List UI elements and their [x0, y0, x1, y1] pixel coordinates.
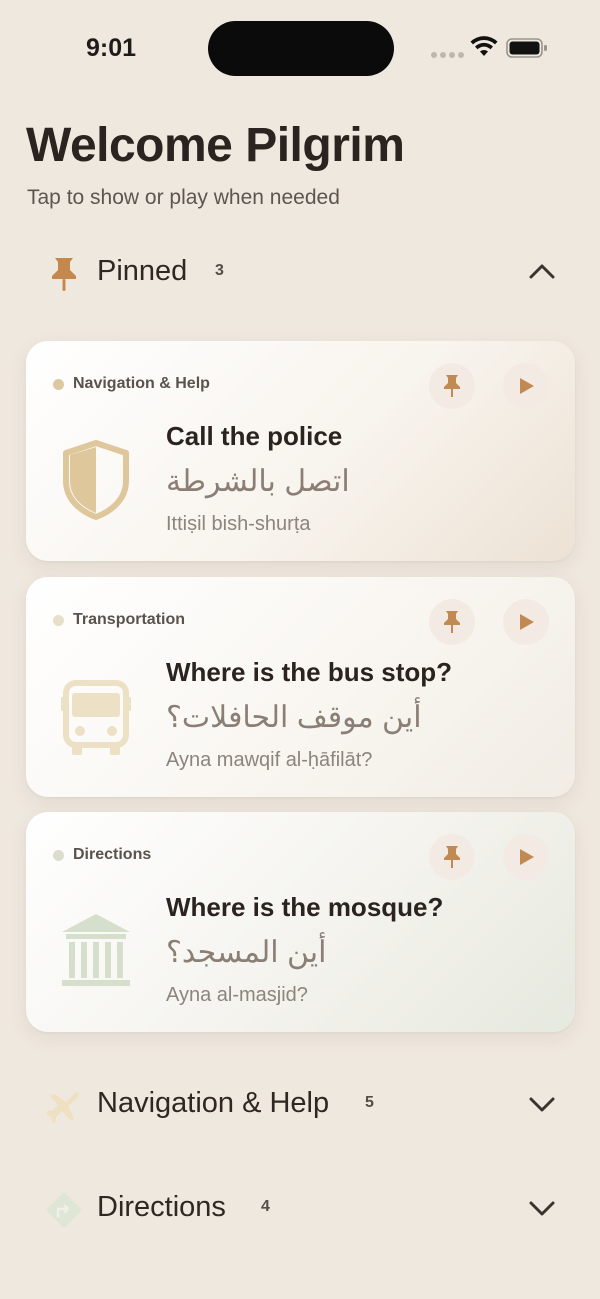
shield-icon — [63, 440, 129, 520]
pushpin-icon — [52, 258, 76, 291]
phrase-card[interactable]: Directions Where is the mosque? أين المس… — [26, 812, 575, 1032]
play-icon — [520, 614, 534, 630]
phrase-english: Where is the bus stop? — [166, 657, 453, 687]
chevron-down-icon[interactable] — [526, 1088, 558, 1120]
section-header-pinned[interactable]: Pinned 3 — [0, 242, 600, 302]
pin-button[interactable] — [429, 834, 475, 880]
category-label: Directions — [73, 846, 152, 863]
chevron-up-icon[interactable] — [526, 256, 558, 288]
section-count: 5 — [365, 1094, 374, 1111]
chevron-down-icon[interactable] — [526, 1192, 558, 1224]
category-label: Navigation & Help — [73, 375, 210, 392]
pushpin-icon — [444, 375, 460, 397]
play-icon — [520, 378, 534, 394]
bus-icon — [61, 680, 131, 755]
section-count: 3 — [215, 262, 224, 279]
mosque-building-icon — [62, 914, 130, 986]
direction-sign-icon — [46, 1192, 82, 1228]
status-time: 9:01 — [86, 34, 137, 62]
section-count: 4 — [261, 1198, 270, 1215]
phrase-english: Where is the mosque? — [166, 892, 444, 922]
pin-button[interactable] — [429, 363, 475, 409]
play-button[interactable] — [503, 363, 549, 409]
section-label: Pinned — [97, 255, 188, 287]
cellular-signal-icon — [431, 52, 464, 58]
status-bar: 9:01 — [0, 0, 600, 96]
phrase-english: Call the police — [166, 421, 343, 451]
play-button[interactable] — [503, 599, 549, 645]
pushpin-icon — [444, 611, 460, 633]
page-subtitle: Tap to show or play when needed — [27, 186, 340, 209]
phrase-arabic: أين المسجد؟ — [166, 936, 327, 969]
battery-icon — [506, 38, 547, 58]
page-title: Welcome Pilgrim — [26, 119, 405, 172]
phrase-transliteration: Ayna mawqif al-ḥāfilāt? — [166, 749, 373, 771]
section-header-navigation-help[interactable]: Navigation & Help 5 — [0, 1074, 600, 1134]
phrase-transliteration: Ayna al-masjid? — [166, 984, 308, 1006]
phrase-transliteration: Ittiṣil bish-shurṭa — [166, 513, 311, 535]
airplane-icon — [46, 1092, 79, 1123]
category-dot — [53, 615, 64, 626]
phrase-arabic: اتصل بالشرطة — [166, 465, 350, 498]
phrase-arabic: أين موقف الحافلات؟ — [166, 701, 422, 734]
section-header-directions[interactable]: Directions 4 — [0, 1178, 600, 1238]
dynamic-island — [208, 21, 394, 76]
pin-button[interactable] — [429, 599, 475, 645]
section-label: Navigation & Help — [97, 1087, 330, 1119]
category-label: Transportation — [73, 611, 186, 628]
pushpin-icon — [444, 846, 460, 868]
play-button[interactable] — [503, 834, 549, 880]
wifi-icon — [470, 36, 498, 56]
play-icon — [520, 849, 534, 865]
section-label: Directions — [97, 1191, 226, 1223]
category-dot — [53, 850, 64, 861]
phrase-card[interactable]: Navigation & Help Call the police اتصل ب… — [26, 341, 575, 561]
category-dot — [53, 379, 64, 390]
phrase-card[interactable]: Transportation Where is the bus stop? أي… — [26, 577, 575, 797]
